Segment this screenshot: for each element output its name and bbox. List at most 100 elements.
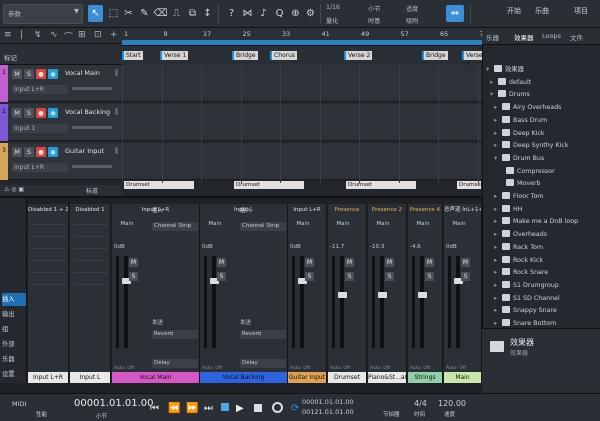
- expand-arrow-icon[interactable]: ▾: [490, 89, 498, 101]
- fader-knob[interactable]: [418, 292, 427, 298]
- solo-button[interactable]: S: [425, 272, 434, 281]
- time-signature[interactable]: 4/4: [414, 399, 427, 408]
- expand-arrow-icon[interactable]: ▸: [494, 305, 502, 317]
- quantize-value[interactable]: 1/16: [326, 4, 340, 11]
- marker-flag[interactable]: Chorus: [270, 51, 298, 60]
- mute-button[interactable]: M: [305, 258, 314, 267]
- track-lane[interactable]: [122, 65, 482, 102]
- mixer-side-tab[interactable]: 插入: [2, 293, 26, 306]
- fader-knob[interactable]: [378, 292, 387, 298]
- audio-bend-icon[interactable]: ⋈: [240, 5, 255, 22]
- expand-arrow-icon[interactable]: ▸: [494, 318, 502, 330]
- mixer-side-tab[interactable]: 乐器: [2, 353, 26, 366]
- expand-arrow-icon[interactable]: ▾: [486, 64, 494, 76]
- mute-button[interactable]: M: [12, 108, 22, 118]
- browser-item[interactable]: ▾ Drums: [486, 89, 596, 101]
- track-name[interactable]: Vocal Main: [65, 69, 100, 77]
- browser-item[interactable]: ▸ Make me a DnB loop: [486, 216, 596, 228]
- mixer-top-label[interactable]: Disabled 1 + 2: [28, 204, 69, 216]
- channel-db[interactable]: -4.6: [410, 244, 424, 252]
- marker-flag[interactable]: Verse 2: [344, 51, 373, 60]
- expand-arrow-icon[interactable]: ▸: [494, 216, 502, 228]
- solo-button[interactable]: S: [305, 272, 314, 281]
- mute-button[interactable]: M: [129, 258, 138, 267]
- volume-slider[interactable]: [72, 87, 112, 90]
- mixer-side-tab[interactable]: 组: [2, 323, 26, 336]
- browser-item[interactable]: ▸ Rack Tom: [486, 242, 596, 254]
- expand-arrow-icon[interactable]: ▸: [494, 255, 502, 267]
- browser-item[interactable]: ▸ Rock Snare: [486, 267, 596, 279]
- channel-db[interactable]: -10.3: [370, 244, 384, 252]
- channel-name[interactable]: Vocal Main: [112, 372, 200, 383]
- expand-arrow-icon[interactable]: ▸: [494, 280, 502, 292]
- marker-track[interactable]: Start Verse 1 Bridge Chorus Verse 2 Bridge Ver…: [122, 46, 485, 68]
- browser-item[interactable]: ▸ Overheads: [486, 229, 596, 241]
- automation-icon[interactable]: ∿: [50, 30, 58, 40]
- track-lane[interactable]: [122, 143, 482, 180]
- solo-button[interactable]: S: [129, 272, 138, 281]
- arrow-tool-icon[interactable]: ↖: [88, 5, 103, 22]
- toolbar-dropdown[interactable]: 参数 ▼: [3, 4, 83, 24]
- envelope-icon[interactable]: ↯: [34, 30, 42, 40]
- range-tool-icon[interactable]: ⬚: [106, 5, 121, 22]
- expand-arrow-icon[interactable]: ▸: [494, 128, 502, 140]
- mute-button[interactable]: M: [385, 258, 394, 267]
- expand-arrow-icon[interactable]: ▸: [494, 102, 502, 114]
- browser-item[interactable]: ▾ 效果器: [486, 64, 596, 76]
- channel-fader[interactable]: [212, 256, 216, 348]
- mixer-top-label[interactable]: 总声道 InL+1+2: [444, 204, 482, 216]
- expand-arrow-icon[interactable]: ▸: [490, 77, 498, 89]
- channel-strip-insert[interactable]: Channel Strip: [240, 222, 286, 231]
- browser-item[interactable]: ▸ HH: [486, 204, 596, 216]
- volume-slider[interactable]: [72, 126, 112, 129]
- channel-fader[interactable]: [380, 256, 384, 348]
- snap-icon[interactable]: ⚙: [303, 5, 318, 22]
- timebase-value[interactable]: 小节: [368, 4, 380, 13]
- browser-tab[interactable]: 效果器: [514, 32, 534, 42]
- mute-button[interactable]: M: [12, 147, 22, 157]
- split-tool-icon[interactable]: ✂: [121, 5, 136, 22]
- channel-strip-insert[interactable]: Channel Strip: [152, 222, 198, 231]
- browser-item[interactable]: Moverb: [486, 178, 596, 190]
- marker-flag[interactable]: Bridge: [422, 51, 448, 60]
- mixer-side-tab[interactable]: 外部: [2, 338, 26, 351]
- draw-tool-icon[interactable]: ⎍: [169, 5, 184, 22]
- browser-item[interactable]: ▸ Snare Bottom: [486, 318, 596, 330]
- reverb-send[interactable]: Reverb: [152, 330, 198, 339]
- channel-db[interactable]: 0dB: [446, 244, 460, 252]
- browser-item[interactable]: ▸ S1 Drumgroup: [486, 280, 596, 292]
- mute-button[interactable]: M: [425, 258, 434, 267]
- scrub-icon[interactable]: ⊕: [288, 5, 303, 22]
- track-input[interactable]: Input 1: [12, 124, 68, 133]
- browser-item[interactable]: ▸ Deep Synthy Kick: [486, 140, 596, 152]
- track-name[interactable]: Guitar Input: [65, 147, 104, 155]
- loop-range-bar[interactable]: [122, 40, 482, 45]
- bend-tool-icon[interactable]: ↕: [200, 5, 215, 22]
- browser-tab[interactable]: Loops: [542, 32, 561, 40]
- browser-item[interactable]: ▸ Deep Kick: [486, 128, 596, 140]
- channel-name[interactable]: Main: [444, 372, 482, 383]
- mute-button[interactable]: M: [12, 69, 22, 79]
- volume-slider[interactable]: [72, 165, 112, 168]
- rewind-icon[interactable]: ⏪: [168, 403, 180, 414]
- footer-icons[interactable]: ⚠ ◎ ▣: [4, 186, 24, 193]
- channel-db[interactable]: 0dB: [114, 244, 128, 252]
- mute-tool-icon[interactable]: ⧉: [185, 5, 200, 22]
- marker-flag[interactable]: Start: [122, 51, 143, 60]
- listen-icon[interactable]: ♪: [256, 5, 271, 22]
- mixer-top-label[interactable]: Presence: [328, 204, 367, 216]
- mixer-side-tab[interactable]: 输出: [2, 308, 26, 321]
- mixer-top-label[interactable]: Presence 2: [368, 204, 407, 216]
- reverb-send[interactable]: Reverb: [240, 330, 286, 339]
- loop-start-display[interactable]: 00001.01.01.00: [302, 398, 354, 406]
- track-input[interactable]: Input L+R: [12, 85, 68, 94]
- delay-send[interactable]: Delay: [240, 359, 286, 368]
- marker-flag[interactable]: Bridge: [232, 51, 258, 60]
- channel-name[interactable]: Input L: [70, 372, 111, 383]
- channel-name[interactable]: Strings: [408, 372, 443, 383]
- channel-name[interactable]: Drumset: [328, 372, 367, 383]
- track-header[interactable]: 1 M S ● ◉ Vocal Main Input L+R ⫼: [0, 65, 122, 102]
- channel-fader[interactable]: [456, 256, 460, 348]
- record-arm-button[interactable]: ●: [36, 69, 46, 79]
- browser-item[interactable]: ▸ S1 SD Channel: [486, 293, 596, 305]
